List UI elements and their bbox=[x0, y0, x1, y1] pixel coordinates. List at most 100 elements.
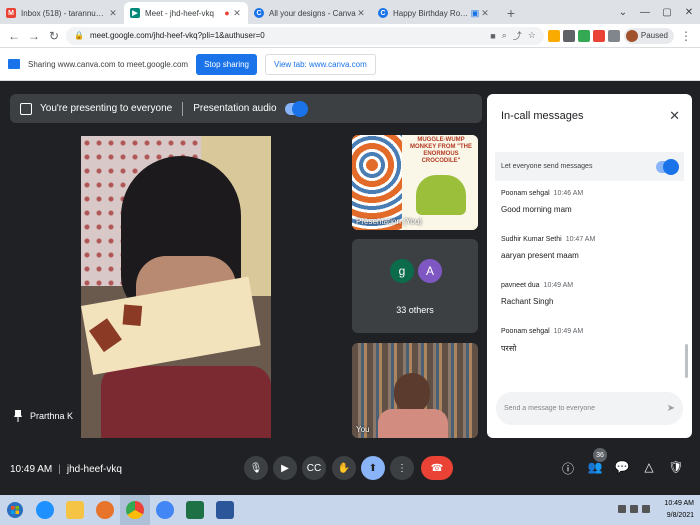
message-input[interactable] bbox=[504, 405, 654, 412]
tab-search-icon[interactable]: ⌄ bbox=[612, 7, 634, 18]
tab-title: Inbox (518) - tarannum@theindi bbox=[21, 8, 108, 18]
avatar: A bbox=[418, 259, 442, 283]
scrollbar[interactable] bbox=[685, 344, 688, 378]
presenting-message: You're presenting to everyone bbox=[40, 103, 173, 114]
presentation-audio-toggle[interactable] bbox=[284, 100, 308, 117]
tab-title: Happy Birthday Roald Dahl bbox=[393, 8, 470, 18]
zoom-icon[interactable]: ⌕ bbox=[502, 30, 507, 41]
browser-tab-canva-birthday[interactable]: C Happy Birthday Roald Dahl ▣ ✕ bbox=[372, 2, 496, 24]
extension-red-icon[interactable] bbox=[592, 29, 605, 42]
microphone-button[interactable]: 🎙 bbox=[244, 456, 268, 480]
url-text[interactable]: meet.google.com/jhd-heef-vkq?pli=1&authu… bbox=[90, 31, 484, 40]
sender-name: Poonam sehgal bbox=[501, 328, 550, 335]
close-icon[interactable]: ✕ bbox=[669, 108, 680, 124]
taskbar-word[interactable] bbox=[210, 495, 240, 525]
more-options-button[interactable]: ⋮ bbox=[390, 456, 414, 480]
internet-explorer-icon bbox=[36, 501, 54, 519]
chat-icon[interactable]: 💬 bbox=[614, 460, 630, 474]
monkey-illustration bbox=[416, 175, 466, 215]
meeting-details-icon[interactable]: ⓘ bbox=[560, 460, 576, 477]
lock-icon[interactable]: 🔒 bbox=[74, 31, 84, 40]
chrome-icon bbox=[126, 501, 144, 519]
stop-sharing-button[interactable]: Stop sharing bbox=[196, 53, 257, 75]
others-tile[interactable]: g A 33 others bbox=[352, 239, 478, 333]
raise-hand-button[interactable]: ✋ bbox=[332, 456, 356, 480]
maximize-icon[interactable]: ▢ bbox=[656, 7, 678, 18]
close-tab-icon[interactable]: ✕ bbox=[480, 8, 490, 19]
taskbar-media-player[interactable] bbox=[90, 495, 120, 525]
network-icon[interactable] bbox=[630, 505, 638, 513]
canva-icon: C bbox=[254, 8, 264, 18]
leave-call-button[interactable]: ☎ bbox=[421, 456, 453, 480]
browser-tab-meet[interactable]: ▶ Meet - jhd-heef-vkq ● ✕ bbox=[124, 2, 248, 24]
taskbar-internet-explorer[interactable] bbox=[30, 495, 60, 525]
meeting-time: 10:49 AM bbox=[10, 464, 53, 475]
recording-dot-icon: ● bbox=[224, 8, 230, 18]
in-call-messages-panel: In-call messages ✕ Let everyone send mes… bbox=[487, 94, 692, 438]
send-icon[interactable]: ➤ bbox=[667, 403, 675, 414]
sharing-infobar: Sharing www.canva.com to meet.google.com… bbox=[0, 48, 700, 81]
message-list: Poonam sehgal 10:46 AM Good morning mam S… bbox=[501, 190, 681, 376]
drawing-card bbox=[81, 276, 261, 375]
taskbar-chrome-alt[interactable] bbox=[150, 495, 180, 525]
presentation-label: Presentation (You) bbox=[356, 217, 422, 226]
profile-button[interactable]: Paused bbox=[623, 27, 674, 44]
back-icon[interactable]: ← bbox=[6, 29, 22, 43]
bookmark-star-icon[interactable]: ☆ bbox=[528, 30, 536, 41]
share-icon[interactable]: ⤴ bbox=[513, 29, 522, 42]
host-controls-icon[interactable]: 🛡 bbox=[668, 460, 684, 474]
close-tab-icon[interactable]: ✕ bbox=[356, 8, 366, 19]
view-tab-button[interactable]: View tab: www.canva.com bbox=[265, 53, 376, 75]
close-window-icon[interactable]: ✕ bbox=[678, 7, 700, 18]
browser-tab-strip: M Inbox (518) - tarannum@theindi ✕ ▶ Mee… bbox=[0, 0, 700, 24]
sender-name: pavneet dua bbox=[501, 282, 540, 289]
camera-button[interactable]: ▶ bbox=[273, 456, 297, 480]
windows-logo-icon bbox=[7, 502, 23, 518]
chat-message: pavneet dua 10:49 AM Rachant Singh bbox=[501, 282, 681, 306]
extensions-puzzle-icon[interactable] bbox=[607, 29, 620, 42]
start-button[interactable] bbox=[0, 495, 30, 525]
tray-arrow-icon[interactable] bbox=[618, 505, 626, 513]
browser-tab-canva-designs[interactable]: C All your designs - Canva ✕ bbox=[248, 2, 372, 24]
extension-green-icon[interactable] bbox=[577, 29, 590, 42]
screen-share-icon bbox=[8, 59, 20, 69]
new-tab-button[interactable]: + bbox=[502, 4, 520, 22]
browser-tab-gmail[interactable]: M Inbox (518) - tarannum@theindi ✕ bbox=[0, 2, 124, 24]
activities-icon[interactable]: △ bbox=[641, 460, 657, 474]
close-tab-icon[interactable]: ✕ bbox=[108, 8, 118, 19]
message-time: 10:49 AM bbox=[553, 328, 584, 335]
self-label: You bbox=[356, 425, 370, 434]
message-time: 10:46 AM bbox=[553, 190, 584, 197]
extension-download-icon[interactable] bbox=[547, 29, 560, 42]
self-face bbox=[394, 373, 430, 413]
forward-icon[interactable]: → bbox=[26, 29, 42, 43]
extension-doc-icon[interactable] bbox=[562, 29, 575, 42]
meeting-info: 10:49 AM | jhd-heef-vkq bbox=[10, 464, 122, 475]
omnibox[interactable]: 🔒 meet.google.com/jhd-heef-vkq?pli=1&aut… bbox=[66, 26, 544, 45]
present-now-button[interactable]: ⬆ bbox=[361, 456, 385, 480]
captions-button[interactable]: CC bbox=[302, 456, 326, 480]
pin-icon[interactable] bbox=[14, 410, 22, 422]
chat-message: Poonam sehgal 10:49 AM परसो bbox=[501, 328, 681, 354]
browser-menu-icon[interactable]: ⋮ bbox=[678, 29, 694, 43]
let-everyone-message-toggle[interactable] bbox=[656, 158, 679, 175]
taskbar-chrome[interactable] bbox=[120, 495, 150, 525]
camera-icon[interactable]: ■ bbox=[490, 31, 495, 41]
chrome-icon bbox=[156, 501, 174, 519]
participant-name: Prarthna K bbox=[30, 411, 74, 421]
taskbar-excel[interactable] bbox=[180, 495, 210, 525]
people-icon[interactable]: 👥 bbox=[587, 460, 603, 474]
minimize-icon[interactable]: — bbox=[634, 7, 656, 18]
self-view-tile[interactable]: You bbox=[352, 343, 478, 438]
presentation-tile[interactable]: MUGGLE-WUMP MONKEY FROM "THE ENORMOUS CR… bbox=[352, 135, 478, 230]
present-icon bbox=[20, 102, 32, 115]
reload-icon[interactable]: ↻ bbox=[46, 29, 62, 43]
clock[interactable]: 10:49 AM 9/8/2021 bbox=[664, 498, 694, 522]
close-tab-icon[interactable]: ✕ bbox=[232, 8, 242, 19]
main-participant-video[interactable] bbox=[81, 136, 271, 438]
system-tray bbox=[618, 505, 650, 513]
screen-share-tab-icon: ▣ bbox=[470, 7, 480, 18]
taskbar-file-explorer[interactable] bbox=[60, 495, 90, 525]
presentation-audio-label: Presentation audio bbox=[193, 103, 277, 114]
volume-icon[interactable] bbox=[642, 505, 650, 513]
